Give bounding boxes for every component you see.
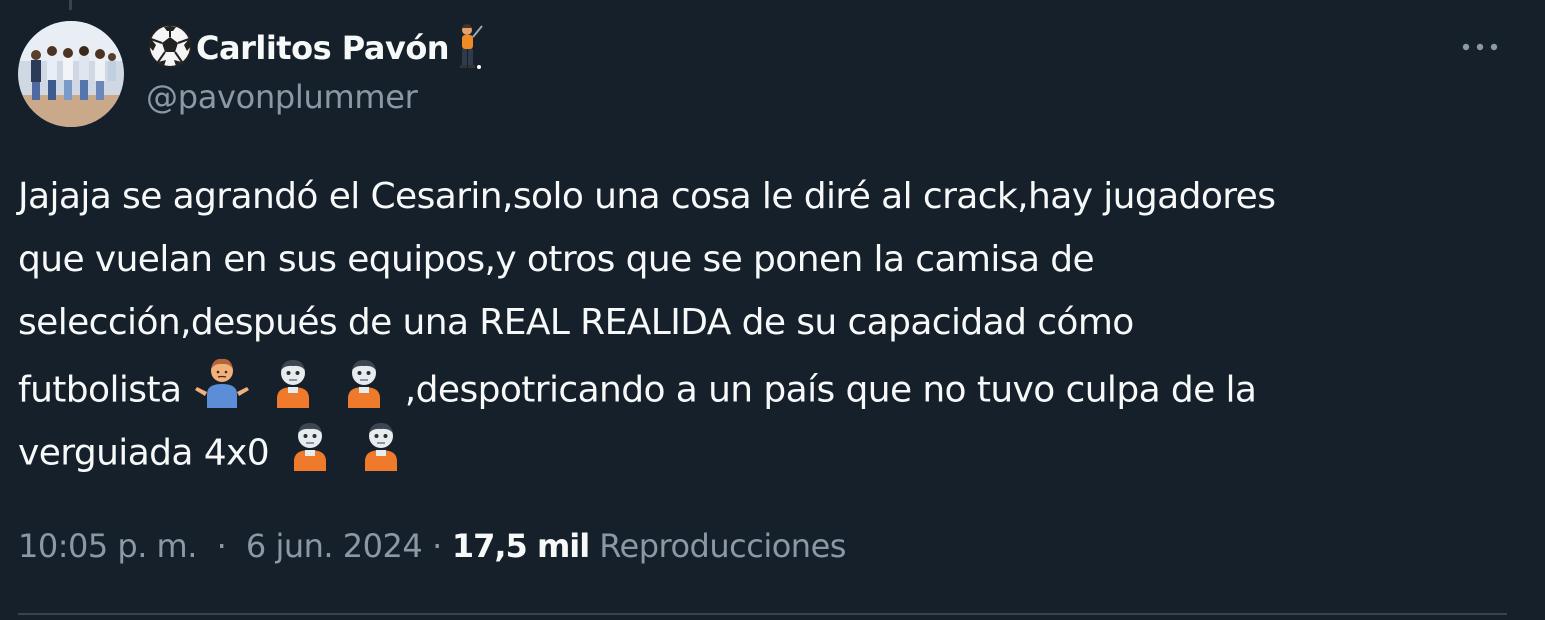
person-golfing-icon	[451, 22, 487, 74]
tweet-text-line: futbolista ,despotricando a un país que …	[18, 354, 1518, 417]
meta-separator: ·	[432, 527, 442, 565]
zombie-icon	[281, 417, 339, 475]
author-display-name: Carlitos Pavón	[196, 29, 450, 67]
tweet-text-line: verguiada 4x0	[18, 417, 1518, 480]
author-handle[interactable]: @pavonplummer	[146, 78, 418, 116]
avatar[interactable]	[18, 21, 124, 127]
more-horizontal-icon	[1462, 43, 1498, 51]
views-count[interactable]: 17,5 mil	[452, 527, 590, 565]
meta-separator: ·	[216, 527, 227, 565]
person-shrugging-icon	[193, 354, 251, 412]
tweet-text-segment: ,despotricando a un país que no tuvo cul…	[404, 369, 1257, 411]
tweet-timestamp[interactable]: 10:05 p. m. · 6 jun. 2024	[18, 527, 423, 565]
tweet-date: 6 jun. 2024	[245, 527, 423, 565]
thread-line	[69, 0, 72, 10]
zombie-icon	[264, 354, 322, 412]
tweet-meta: 10:05 p. m. · 6 jun. 2024 · 17,5 mil Rep…	[18, 521, 846, 571]
tweet-text-segment: verguiada 4x0	[18, 432, 270, 474]
author-name-row[interactable]: Carlitos Pavón	[146, 24, 487, 72]
tweet-text-line: que vuelan en sus equipos,y otros que se…	[18, 239, 1095, 280]
views-label: Reproducciones	[599, 527, 846, 565]
tweet: Carlitos Pavón @pavonplummer Jajaja se a…	[0, 0, 1545, 620]
zombie-icon	[352, 417, 410, 475]
tweet-text-line: Jajaja se agrandó el Cesarin,solo una co…	[18, 176, 1276, 217]
divider	[18, 613, 1507, 615]
tweet-text-line: selección,después de una REAL REALIDA de…	[18, 302, 1134, 343]
more-options-button[interactable]	[1450, 22, 1510, 72]
tweet-text-segment: futbolista	[18, 369, 182, 411]
soccer-ball-icon	[146, 22, 194, 74]
tweet-time: 10:05 p. m.	[18, 527, 197, 565]
zombie-icon	[335, 354, 393, 412]
tweet-text: Jajaja se agrandó el Cesarin,solo una co…	[18, 165, 1518, 480]
